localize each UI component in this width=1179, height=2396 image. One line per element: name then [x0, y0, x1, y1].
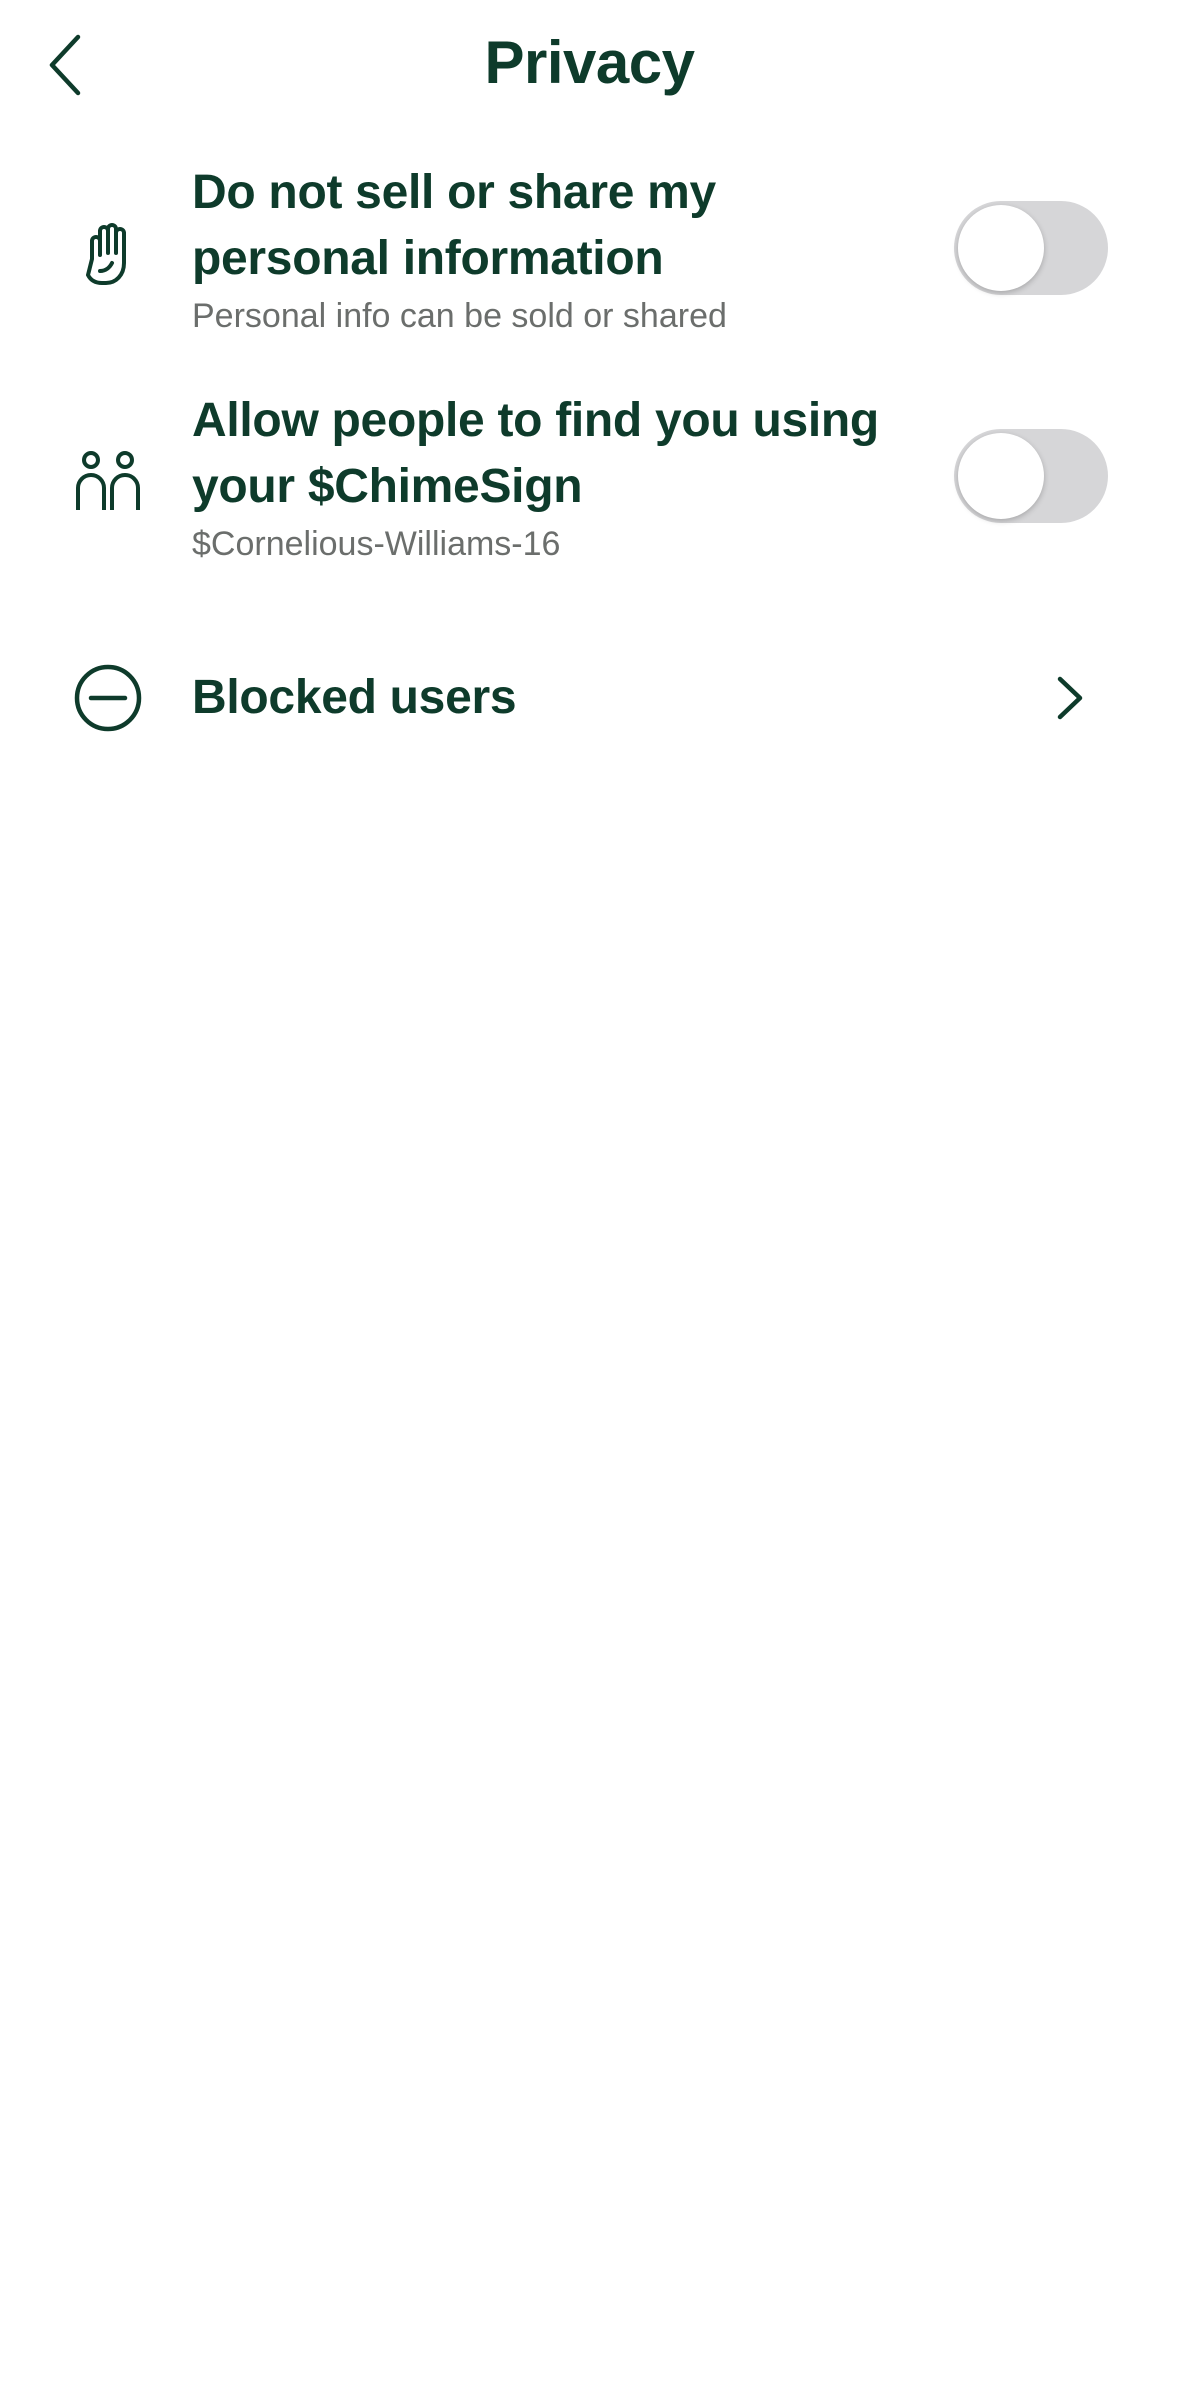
setting-row-do-not-sell: Do not sell or share my personal informa…: [0, 160, 1179, 350]
hand-icon: [72, 217, 144, 289]
people-icon: [72, 445, 144, 517]
setting-text: Allow people to find you using your $Chi…: [192, 388, 912, 566]
page-title: Privacy: [484, 29, 695, 96]
minus-circle-icon: [72, 662, 144, 734]
chimesign-value: $Cornelious-Williams-16: [192, 525, 561, 563]
find-by-chimesign-toggle[interactable]: [954, 429, 1108, 523]
toggle-knob: [958, 433, 1044, 519]
blocked-users-row[interactable]: Blocked users: [0, 650, 1179, 746]
setting-text: Do not sell or share my personal informa…: [192, 160, 912, 338]
setting-text: Blocked users: [192, 665, 912, 731]
top-bar: Privacy: [0, 0, 1179, 130]
setting-subtitle: Personal info can be sold or shared: [192, 297, 727, 335]
sell-share-toggle[interactable]: [954, 201, 1108, 295]
blocked-users-label: Blocked users: [192, 671, 517, 724]
setting-title: Allow people to find you using your $Chi…: [192, 394, 879, 513]
chevron-right-icon: [1050, 668, 1090, 728]
toggle-knob: [958, 205, 1044, 291]
setting-row-find-by-chimesign: Allow people to find you using your $Chi…: [0, 388, 1179, 578]
setting-title: Do not sell or share my personal informa…: [192, 166, 716, 285]
